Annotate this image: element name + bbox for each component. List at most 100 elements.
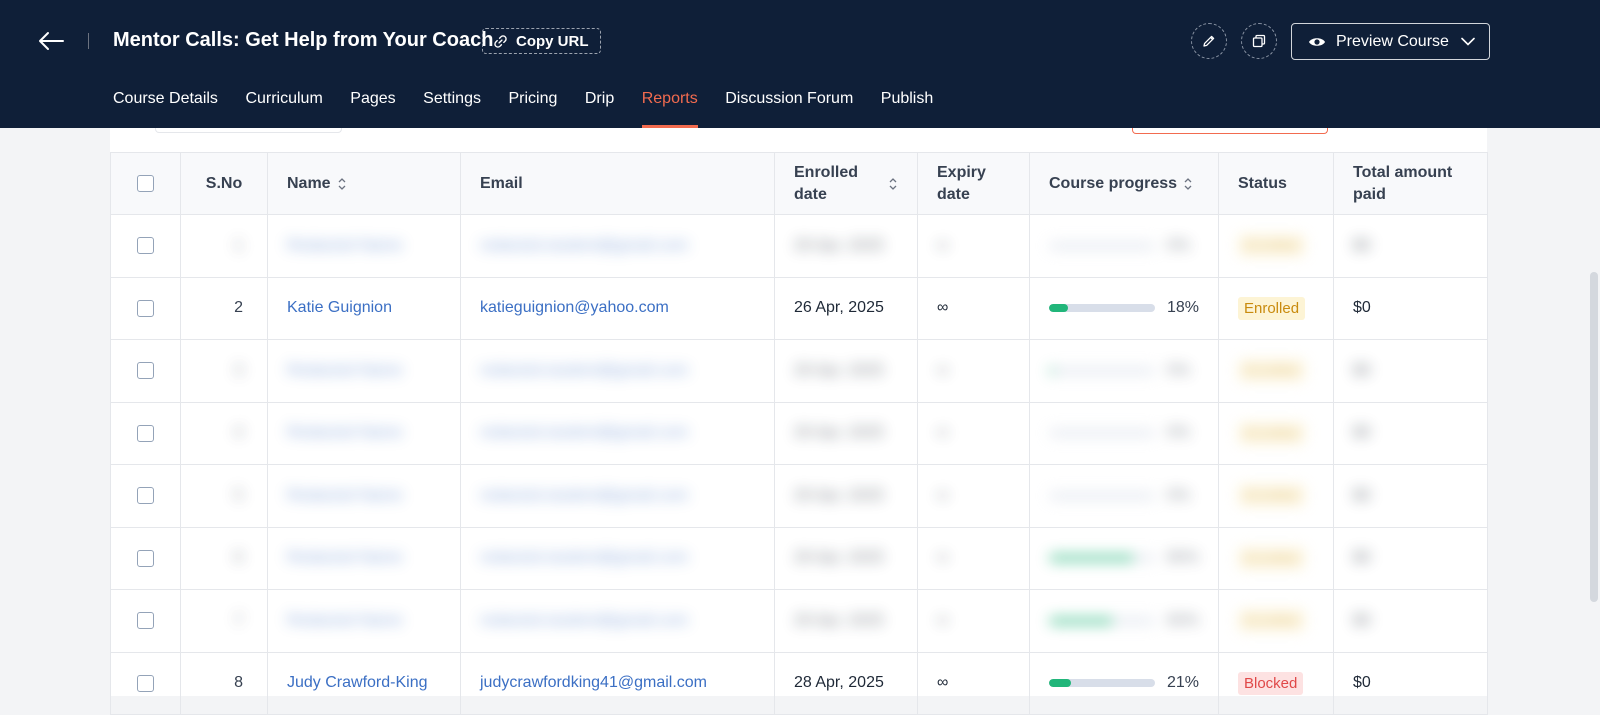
tab-drip[interactable]: Drip	[585, 88, 614, 128]
progress-percent: 80%	[1167, 549, 1200, 567]
tab-reports[interactable]: Reports	[641, 88, 698, 128]
row-sno: 1	[234, 236, 243, 254]
row-progress-cell: 0%	[1029, 401, 1219, 465]
column-sno: S.No	[180, 152, 268, 215]
row-checkbox[interactable]	[137, 424, 154, 442]
tab-discussion-forum[interactable]: Discussion Forum	[725, 88, 853, 128]
copy-url-label: Copy URL	[516, 32, 589, 50]
column-course-progress[interactable]: Course progress	[1029, 152, 1219, 215]
column-expiry-label-1: Expiry	[937, 163, 986, 181]
progress-bar-fill	[1049, 554, 1134, 563]
duplicate-course-button[interactable]	[1241, 23, 1277, 59]
course-progress: 80%	[1049, 549, 1199, 567]
row-checkbox[interactable]	[137, 487, 154, 505]
header-divider	[88, 33, 89, 49]
row-email-cell: redacted.student@gmail.com	[460, 589, 775, 653]
back-button[interactable]	[34, 24, 68, 58]
student-email-link[interactable]: redacted.student@gmail.com	[480, 362, 688, 379]
arrow-left-icon	[39, 32, 64, 50]
amount-paid: $0	[1353, 424, 1371, 442]
row-checkbox[interactable]	[137, 612, 154, 630]
tab-pricing[interactable]: Pricing	[508, 88, 557, 128]
row-checkbox[interactable]	[137, 549, 154, 567]
progress-bar-fill	[1049, 366, 1055, 375]
pencil-icon	[1203, 35, 1215, 47]
enrolled-date: 26 Apr, 2025	[794, 611, 884, 629]
row-amount-cell: $0	[1333, 276, 1488, 340]
row-progress-cell: 21%	[1029, 651, 1219, 715]
student-name-link[interactable]: Katie Guignion	[287, 299, 392, 316]
row-select-cell	[110, 589, 181, 653]
row-amount-cell: $0	[1333, 214, 1488, 278]
student-name-link[interactable]: Redacted Name	[287, 487, 403, 504]
edit-course-button[interactable]	[1191, 23, 1227, 59]
row-progress-cell: 80%	[1029, 526, 1219, 590]
row-email-cell: redacted.student@gmail.com	[460, 464, 775, 528]
column-enrolled-date[interactable]: Enrolled date	[774, 152, 918, 215]
preview-course-button[interactable]: Preview Course	[1291, 23, 1490, 60]
tab-curriculum[interactable]: Curriculum	[245, 88, 322, 128]
row-status-cell: Enrolled	[1218, 401, 1334, 465]
amount-paid: $0	[1353, 611, 1371, 629]
row-enrolled-cell: 26 Apr, 2025	[774, 589, 918, 653]
table-row: 7 Redacted Name redacted.student@gmail.com…	[110, 589, 1488, 653]
amount-paid: $0	[1353, 549, 1371, 567]
row-email-cell: redacted.student@gmail.com	[460, 526, 775, 590]
student-name-link[interactable]: Redacted Name	[287, 237, 403, 254]
student-email-link[interactable]: katieguignion@yahoo.com	[480, 299, 669, 316]
tab-pages[interactable]: Pages	[350, 88, 395, 128]
row-status-cell: Enrolled	[1218, 526, 1334, 590]
enrolled-date: 26 Apr, 2025	[794, 486, 884, 504]
row-checkbox[interactable]	[137, 299, 154, 317]
course-progress: 18%	[1049, 299, 1199, 317]
enrolled-date: 26 Apr, 2025	[794, 299, 884, 317]
column-amount-label-1: Total amount	[1353, 163, 1453, 181]
tab-publish[interactable]: Publish	[881, 88, 933, 128]
row-sno-cell: 7	[180, 589, 268, 653]
row-sno: 2	[234, 299, 243, 317]
progress-percent: 5%	[1167, 361, 1191, 379]
scrollbar-thumb[interactable]	[1590, 272, 1598, 602]
student-email-link[interactable]: redacted.student@gmail.com	[480, 612, 688, 629]
table-body: 1 Redacted Name redacted.student@gmail.com…	[110, 214, 1488, 715]
row-select-cell	[110, 401, 181, 465]
student-name-link[interactable]: Redacted Name	[287, 362, 403, 379]
row-checkbox[interactable]	[137, 674, 154, 692]
student-name-link[interactable]: Redacted Name	[287, 612, 403, 629]
row-progress-cell: 0%	[1029, 214, 1219, 278]
column-expiry-label-2: date	[937, 185, 970, 203]
sort-icon	[338, 177, 346, 190]
row-checkbox[interactable]	[137, 237, 154, 255]
row-checkbox[interactable]	[137, 362, 154, 380]
table-row: 4 Redacted Name redacted.student@gmail.com…	[110, 401, 1488, 465]
status-badge: Enrolled	[1238, 484, 1306, 508]
row-status-cell: Enrolled	[1218, 464, 1334, 528]
progress-bar	[1049, 366, 1155, 375]
enrolled-date: 26 Apr, 2025	[794, 549, 884, 567]
progress-bar	[1049, 429, 1155, 438]
search-field-edge[interactable]	[155, 128, 342, 133]
progress-bar	[1049, 491, 1155, 500]
student-name-link[interactable]: Judy Crawford-King	[287, 674, 428, 691]
student-name-link[interactable]: Redacted Name	[287, 424, 403, 441]
student-email-link[interactable]: redacted.student@gmail.com	[480, 237, 688, 254]
select-all-checkbox[interactable]	[137, 174, 154, 192]
column-name[interactable]: Name	[267, 152, 461, 215]
select-all-cell	[110, 152, 181, 215]
tab-settings[interactable]: Settings	[423, 88, 481, 128]
tab-course-details[interactable]: Course Details	[113, 88, 218, 128]
student-email-link[interactable]: redacted.student@gmail.com	[480, 549, 688, 566]
course-progress: 0%	[1049, 424, 1199, 442]
row-email-cell: katieguignion@yahoo.com	[460, 276, 775, 340]
row-expiry-cell: ∞	[917, 464, 1030, 528]
student-email-link[interactable]: redacted.student@gmail.com	[480, 424, 688, 441]
progress-bar	[1049, 304, 1155, 313]
row-expiry-cell: ∞	[917, 401, 1030, 465]
student-email-link[interactable]: redacted.student@gmail.com	[480, 487, 688, 504]
copy-url-button[interactable]: Copy URL	[482, 28, 601, 54]
student-email-link[interactable]: judycrawfordking41@gmail.com	[480, 674, 707, 691]
enrolled-date: 26 Apr, 2025	[794, 424, 884, 442]
export-button-edge[interactable]	[1132, 128, 1328, 134]
student-name-link[interactable]: Redacted Name	[287, 549, 403, 566]
row-progress-cell: 5%	[1029, 339, 1219, 403]
